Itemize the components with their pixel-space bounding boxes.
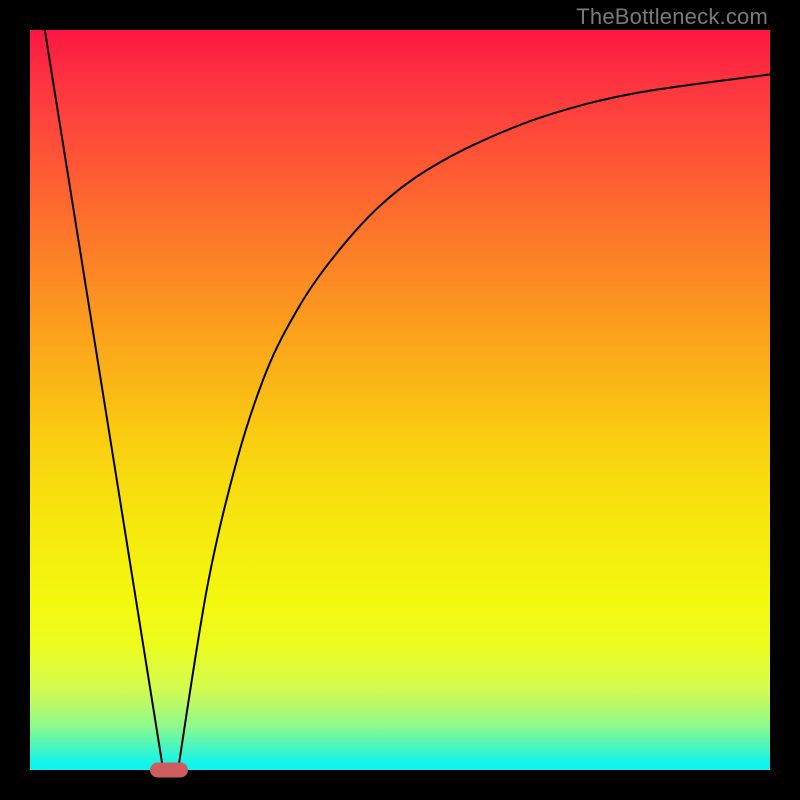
left-branch-line bbox=[45, 30, 163, 770]
curve-layer bbox=[30, 30, 770, 770]
plot-area bbox=[30, 30, 770, 770]
chart-frame: TheBottleneck.com bbox=[0, 0, 800, 800]
watermark-text: TheBottleneck.com bbox=[576, 4, 768, 30]
right-branch-line bbox=[178, 74, 770, 770]
bottleneck-marker bbox=[150, 763, 188, 778]
